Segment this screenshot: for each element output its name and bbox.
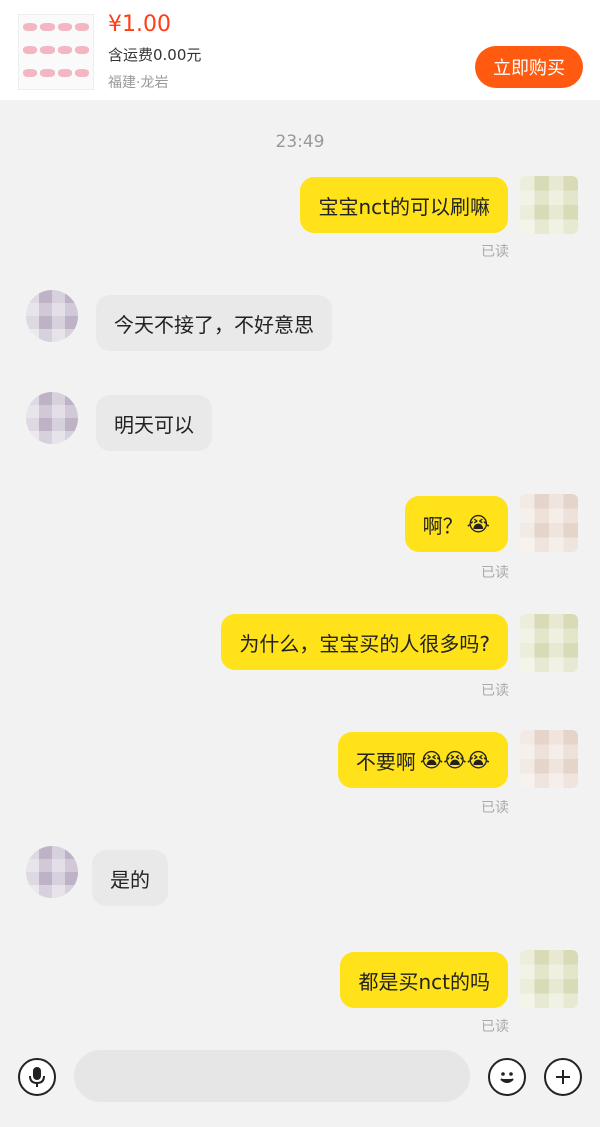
- read-receipt: 已读: [481, 1019, 509, 1035]
- read-receipt: 已读: [481, 244, 509, 260]
- smiley-icon[interactable]: [488, 1058, 526, 1096]
- contact-avatar[interactable]: [26, 290, 78, 342]
- message-text: 今天不接了，不好意思: [114, 312, 314, 337]
- message-bubble-sent[interactable]: 为什么，宝宝买的人很多吗?: [221, 614, 508, 670]
- message-text: 是的: [110, 867, 150, 892]
- message-text: 明天可以: [114, 412, 194, 437]
- buy-now-button[interactable]: 立即购买: [475, 46, 583, 88]
- crying-emoji: 😭😭😭: [419, 748, 490, 772]
- message-input[interactable]: [74, 1050, 470, 1102]
- read-receipt: 已读: [481, 565, 509, 581]
- message-text: 宝宝nct的可以刷嘛: [318, 194, 490, 219]
- chat-timestamp: 23:49: [275, 132, 325, 152]
- message-bubble-received[interactable]: 今天不接了，不好意思: [96, 295, 332, 351]
- message-bubble-received[interactable]: 是的: [92, 850, 168, 906]
- message-bubble-sent[interactable]: 啊？ 😭: [404, 496, 508, 552]
- message-bubble-sent[interactable]: 不要啊 😭😭😭: [337, 732, 508, 788]
- product-thumbnail[interactable]: [18, 14, 94, 90]
- message-bubble-sent[interactable]: 宝宝nct的可以刷嘛: [300, 177, 508, 233]
- product-price: ¥1.00: [108, 12, 171, 37]
- message-input-bar: [0, 1040, 600, 1127]
- self-avatar[interactable]: [520, 494, 578, 552]
- message-text: 啊？: [422, 513, 463, 538]
- seller-location: 福建·龙岩: [108, 75, 169, 91]
- message-bubble-received[interactable]: 明天可以: [96, 395, 212, 451]
- message-text: 不要啊: [355, 749, 416, 774]
- product-header[interactable]: ¥1.00 含运费0.00元 福建·龙岩 立即购买: [0, 0, 600, 100]
- read-receipt: 已读: [481, 800, 509, 816]
- contact-avatar[interactable]: [26, 846, 78, 898]
- shipping-info: 含运费0.00元: [108, 46, 202, 64]
- crying-emoji: 😭: [466, 512, 490, 536]
- contact-avatar[interactable]: [26, 392, 78, 444]
- plus-icon[interactable]: [544, 1058, 582, 1096]
- microphone-icon[interactable]: [18, 1058, 56, 1096]
- self-avatar[interactable]: [520, 176, 578, 234]
- message-text: 为什么，宝宝买的人很多吗?: [239, 631, 490, 656]
- self-avatar[interactable]: [520, 614, 578, 672]
- self-avatar[interactable]: [520, 950, 578, 1008]
- self-avatar[interactable]: [520, 730, 578, 788]
- read-receipt: 已读: [481, 683, 509, 699]
- message-bubble-sent[interactable]: 都是买nct的吗: [340, 952, 508, 1008]
- message-text: 都是买nct的吗: [358, 969, 490, 994]
